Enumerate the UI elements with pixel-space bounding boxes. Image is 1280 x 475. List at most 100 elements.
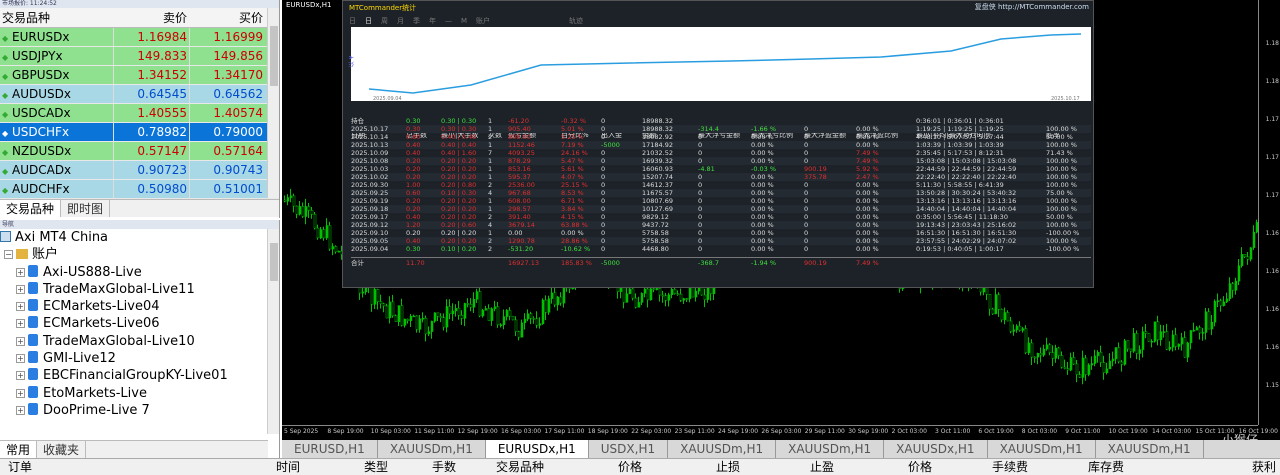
expand-icon[interactable]: + [16, 319, 25, 329]
period-option[interactable]: 轨迹 [569, 15, 583, 27]
col-symbol[interactable]: 交易品种 [0, 8, 113, 27]
expand-icon[interactable]: + [16, 388, 25, 398]
market-row[interactable]: ◆ NZDUSDx 0.57147 0.57164 [0, 142, 279, 161]
stats-cell: 23:57:55 | 24:02:29 | 24:07:02 [916, 237, 1017, 245]
expand-icon[interactable]: + [16, 336, 25, 346]
tab-tick-chart[interactable]: 即时图 [61, 200, 111, 217]
period-option[interactable]: 周 [381, 15, 388, 27]
chart-tab[interactable]: EURUSD,H1 [282, 440, 378, 458]
period-option[interactable]: M [461, 15, 467, 27]
expand-icon[interactable]: + [16, 267, 25, 277]
market-row[interactable]: ◆ AUDUSDx 0.64545 0.64562 [0, 85, 279, 104]
nav-account[interactable]: + ECMarkets-Live04 [0, 298, 279, 315]
market-watch-scrollbar[interactable] [267, 8, 279, 198]
chart-tab[interactable]: XAUUSDm,H1 [988, 440, 1096, 458]
terminal-column-header[interactable]: 获利 [1252, 459, 1276, 475]
col-bid[interactable]: 卖价 [113, 8, 189, 27]
market-row[interactable]: ◆ EURUSDx 1.16984 1.16999 [0, 28, 279, 47]
stats-cell: 0.20 [406, 157, 421, 165]
chart-tab[interactable]: EURUSDx,H1 [485, 440, 589, 458]
nav-account[interactable]: + TradeMaxGlobal-Live10 [0, 333, 279, 350]
stats-cell: 0 [601, 197, 606, 205]
expand-icon[interactable]: + [16, 405, 25, 415]
stats-cell: 1 [488, 141, 493, 149]
stats-cell: 2 [488, 181, 493, 189]
tab-common[interactable]: 常用 [0, 441, 38, 458]
chart-tab[interactable]: USDX,H1 [589, 440, 669, 458]
chart-tab[interactable]: XAUUSDm,H1 [1096, 440, 1204, 458]
expand-icon[interactable]: + [16, 284, 25, 294]
nav-account[interactable]: + EtoMarkets-Live [0, 385, 279, 402]
expand-icon[interactable]: + [16, 354, 25, 364]
collapse-icon[interactable]: − [4, 250, 13, 260]
terminal-column-header[interactable]: 时间 [276, 459, 300, 475]
stats-cell: 0.30 [406, 245, 421, 253]
stats-cell: 2025.09.04 [351, 245, 389, 253]
stats-cell: 1 [488, 173, 493, 181]
col-ask[interactable]: 买价 [189, 8, 265, 27]
period-option[interactable]: 日 [349, 15, 356, 27]
time-scale[interactable]: 5 Sep 2025 8 Sep 19:00 10 Sep 03:00 11 Sep … [282, 425, 1278, 437]
market-row[interactable]: ◆ USDCADx 1.40555 1.40574 [0, 104, 279, 123]
terminal-column-header[interactable]: 订单 [8, 459, 32, 475]
period-option[interactable]: — [445, 15, 452, 27]
tab-favorites[interactable]: 收藏夹 [37, 441, 87, 458]
period-option[interactable]: 月 [397, 15, 404, 27]
nav-account[interactable]: + ECMarkets-Live06 [0, 315, 279, 332]
market-row[interactable]: ◆ USDCHFx 0.78982 0.79000 [0, 123, 279, 142]
market-row[interactable]: ◆ AUDCHFx 0.50980 0.51001 [0, 180, 279, 199]
stats-cell: 0.00 [508, 229, 523, 237]
stats-link[interactable]: 复盘侠 http://MTCommander.com [975, 1, 1089, 13]
price-scale[interactable]: 1.18 1.18 1.17 1.17 1.17 1.16 1.16 1.16 1.16 1.15 [1258, 0, 1280, 425]
stats-cell: 595.37 [508, 173, 531, 181]
expand-icon[interactable]: + [16, 371, 25, 381]
nav-accounts-folder[interactable]: − 账户 [0, 246, 279, 263]
terminal-column-header[interactable]: 止损 [716, 459, 740, 475]
nav-account[interactable]: + EBCFinancialGroupKY-Live01 [0, 367, 279, 384]
stats-cell: 0 [804, 149, 809, 157]
stats-cell: 9829.12 [642, 213, 669, 221]
expand-icon[interactable]: + [16, 302, 25, 312]
terminal-column-header[interactable]: 价格 [908, 459, 932, 475]
stats-cell: -0.32 % [561, 117, 587, 125]
stats-cell: 0 [601, 173, 606, 181]
nav-root[interactable]: Axi MT4 China [0, 229, 279, 246]
terminal-column-header[interactable]: 止盈 [810, 459, 834, 475]
tab-symbols[interactable]: 交易品种 [0, 200, 62, 217]
stats-cell: 5:11:30 | 5:58:55 | 6:41:39 [916, 181, 1004, 189]
time-tick: 5 Sep 2025 [284, 428, 319, 435]
market-row[interactable]: ◆ USDJPYx 149.833 149.856 [0, 47, 279, 66]
symbol-name: EURUSDx [12, 30, 70, 44]
stats-cell: 0 [698, 245, 703, 253]
chart-tab[interactable]: XAUUSDm,H1 [668, 440, 777, 458]
nav-account[interactable]: + DooPrime-Live 7 [0, 402, 279, 419]
chart-tab[interactable]: XAUUSDx,H1 [884, 440, 988, 458]
period-option[interactable]: 账户 [476, 15, 490, 27]
stats-cell: 905.40 [508, 125, 531, 133]
terminal-column-header[interactable]: 库存费 [1088, 459, 1124, 475]
terminal-icon [0, 231, 11, 242]
nav-account[interactable]: + Axi-US888-Live [0, 264, 279, 281]
arrow-down-icon: ◆ [2, 91, 9, 100]
stats-cell: 2025.09.19 [351, 197, 389, 205]
terminal-column-header[interactable]: 交易品种 [496, 459, 544, 475]
period-option[interactable]: 年 [429, 15, 436, 27]
chart-tab[interactable]: XAUUSDm,H1 [378, 440, 486, 458]
stats-row: 2025.09.30 1.00 0.20 | 0.80 2 2536.00 25.15 %… [351, 181, 1091, 189]
period-option[interactable]: 季 [413, 15, 420, 27]
terminal-column-header[interactable]: 类型 [364, 459, 388, 475]
stats-cell: 0 [804, 125, 809, 133]
market-row[interactable]: ◆ GBPUSDx 1.34152 1.34170 [0, 66, 279, 85]
terminal-column-header[interactable]: 手续费 [992, 459, 1028, 475]
nav-account[interactable]: + GMI-Live12 [0, 350, 279, 367]
chart-tab[interactable]: XAUUSDm,H1 [776, 440, 885, 458]
stats-cell: 0 [601, 165, 606, 173]
navigator-scrollbar[interactable] [267, 229, 279, 434]
terminal-column-header[interactable]: 手数 [432, 459, 456, 475]
terminal-column-header[interactable]: 价格 [618, 459, 642, 475]
period-option[interactable]: 日 [365, 15, 372, 27]
nav-account[interactable]: + TradeMaxGlobal-Live11 [0, 281, 279, 298]
price-tick: 1.15 [1265, 382, 1279, 389]
terminal-header: 订单 时间 类型 手数 交易品种 价格 止损 止盈 价格 手续费 库存费 获利 [0, 458, 1280, 475]
market-row[interactable]: ◆ AUDCADx 0.90723 0.90743 [0, 161, 279, 180]
